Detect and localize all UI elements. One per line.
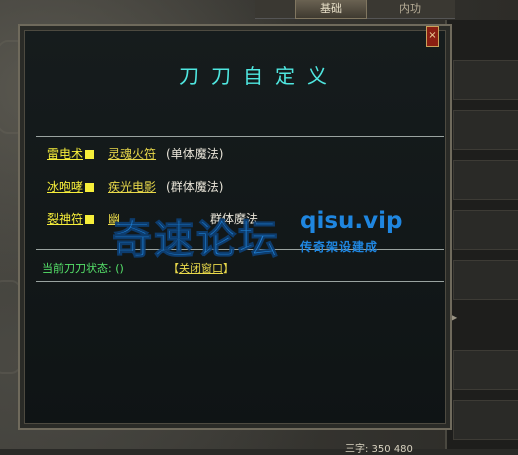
spell-row: 冰咆哮 疾光电影 (群体魔法) (47, 179, 223, 195)
watermark-logo: 奇速论坛 (112, 217, 280, 264)
divider (36, 281, 444, 282)
tab-basic[interactable]: 基础 (295, 0, 367, 19)
top-tab-bar: 基础 内功 (255, 0, 455, 19)
side-slot[interactable] (453, 110, 518, 150)
spell-binding[interactable]: 灵魂火符 (108, 147, 156, 161)
watermark-subtitle: 传奇架设建成 (300, 240, 379, 254)
spell-option[interactable]: 冰咆哮 (47, 180, 83, 194)
divider (36, 136, 444, 137)
tab-inner-power[interactable]: 内功 (375, 0, 445, 18)
watermark-url: qisu.vip (300, 208, 403, 234)
dialog-title: 刀刀自定义 (179, 64, 339, 88)
checkbox-icon[interactable] (85, 150, 95, 159)
spell-option[interactable]: 裂神符 (47, 212, 83, 226)
spell-row: 雷电术 灵魂火符 (单体魔法) (47, 146, 223, 162)
side-slot[interactable] (453, 260, 518, 300)
side-slot[interactable] (453, 350, 518, 390)
side-slot[interactable] (453, 160, 518, 200)
spell-binding[interactable]: 疾光电影 (108, 180, 156, 194)
coordinate-readout: 三字: 350 480 (345, 444, 413, 455)
close-icon[interactable]: × (426, 26, 439, 47)
side-slot[interactable] (453, 210, 518, 250)
spell-type: (群体魔法) (166, 180, 224, 194)
spell-option[interactable]: 雷电术 (47, 147, 83, 161)
spell-type: (单体魔法) (166, 147, 224, 161)
side-slot[interactable] (453, 400, 518, 440)
checkbox-icon[interactable] (85, 183, 95, 192)
checkbox-icon[interactable] (85, 215, 95, 224)
